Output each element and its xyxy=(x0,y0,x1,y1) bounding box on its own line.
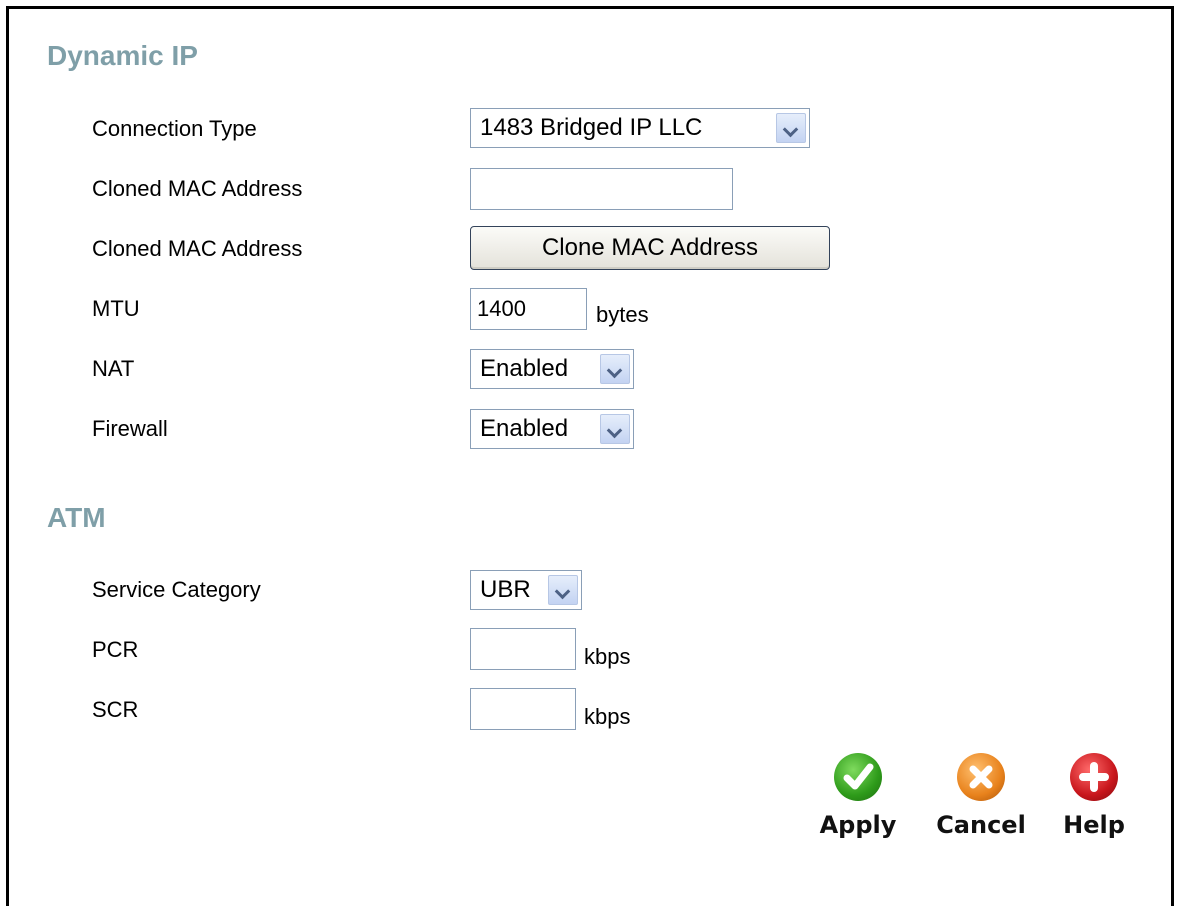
pcr-unit: kbps xyxy=(584,644,631,669)
pcr-input[interactable] xyxy=(470,628,576,670)
nat-value: Enabled xyxy=(480,355,569,382)
apply-label: Apply xyxy=(819,811,897,839)
chevron-down-icon[interactable] xyxy=(600,354,630,384)
label-nat: NAT xyxy=(92,356,135,381)
label-service-category: Service Category xyxy=(92,577,261,602)
mtu-unit: bytes xyxy=(596,302,649,327)
scr-unit: kbps xyxy=(584,704,631,729)
service-category-select[interactable]: UBR xyxy=(470,570,582,610)
nat-select[interactable]: Enabled xyxy=(470,349,634,389)
plus-icon xyxy=(1070,753,1118,801)
cancel-label: Cancel xyxy=(936,811,1026,839)
label-cloned-mac-address-2: Cloned MAC Address xyxy=(92,236,303,261)
firewall-value: Enabled xyxy=(480,415,569,442)
label-scr: SCR xyxy=(92,697,139,722)
section-title-atm: ATM xyxy=(47,502,106,533)
chevron-down-icon[interactable] xyxy=(600,414,630,444)
cloned-mac-address-input[interactable] xyxy=(470,168,733,210)
service-category-value: UBR xyxy=(480,576,531,603)
label-firewall: Firewall xyxy=(92,416,168,441)
connection-type-select[interactable]: 1483 Bridged IP LLC xyxy=(470,108,810,148)
apply-button[interactable]: Apply xyxy=(815,753,901,839)
scr-input[interactable] xyxy=(470,688,576,730)
connection-type-value: 1483 Bridged IP LLC xyxy=(480,114,703,141)
label-connection-type: Connection Type xyxy=(92,116,257,141)
firewall-select[interactable]: Enabled xyxy=(470,409,634,449)
label-pcr: PCR xyxy=(92,637,139,662)
x-icon xyxy=(957,753,1005,801)
cancel-button[interactable]: Cancel xyxy=(932,753,1030,839)
clone-mac-address-button[interactable]: Clone MAC Address xyxy=(470,226,830,270)
label-mtu: MTU xyxy=(92,296,140,321)
help-button[interactable]: Help xyxy=(1058,753,1130,839)
help-label: Help xyxy=(1063,811,1125,839)
label-cloned-mac-address: Cloned MAC Address xyxy=(92,176,303,201)
section-title-dynamic-ip: Dynamic IP xyxy=(47,40,198,71)
chevron-down-icon[interactable] xyxy=(548,575,578,605)
mtu-input[interactable] xyxy=(470,288,587,330)
chevron-down-icon[interactable] xyxy=(776,113,806,143)
check-icon xyxy=(834,753,882,801)
